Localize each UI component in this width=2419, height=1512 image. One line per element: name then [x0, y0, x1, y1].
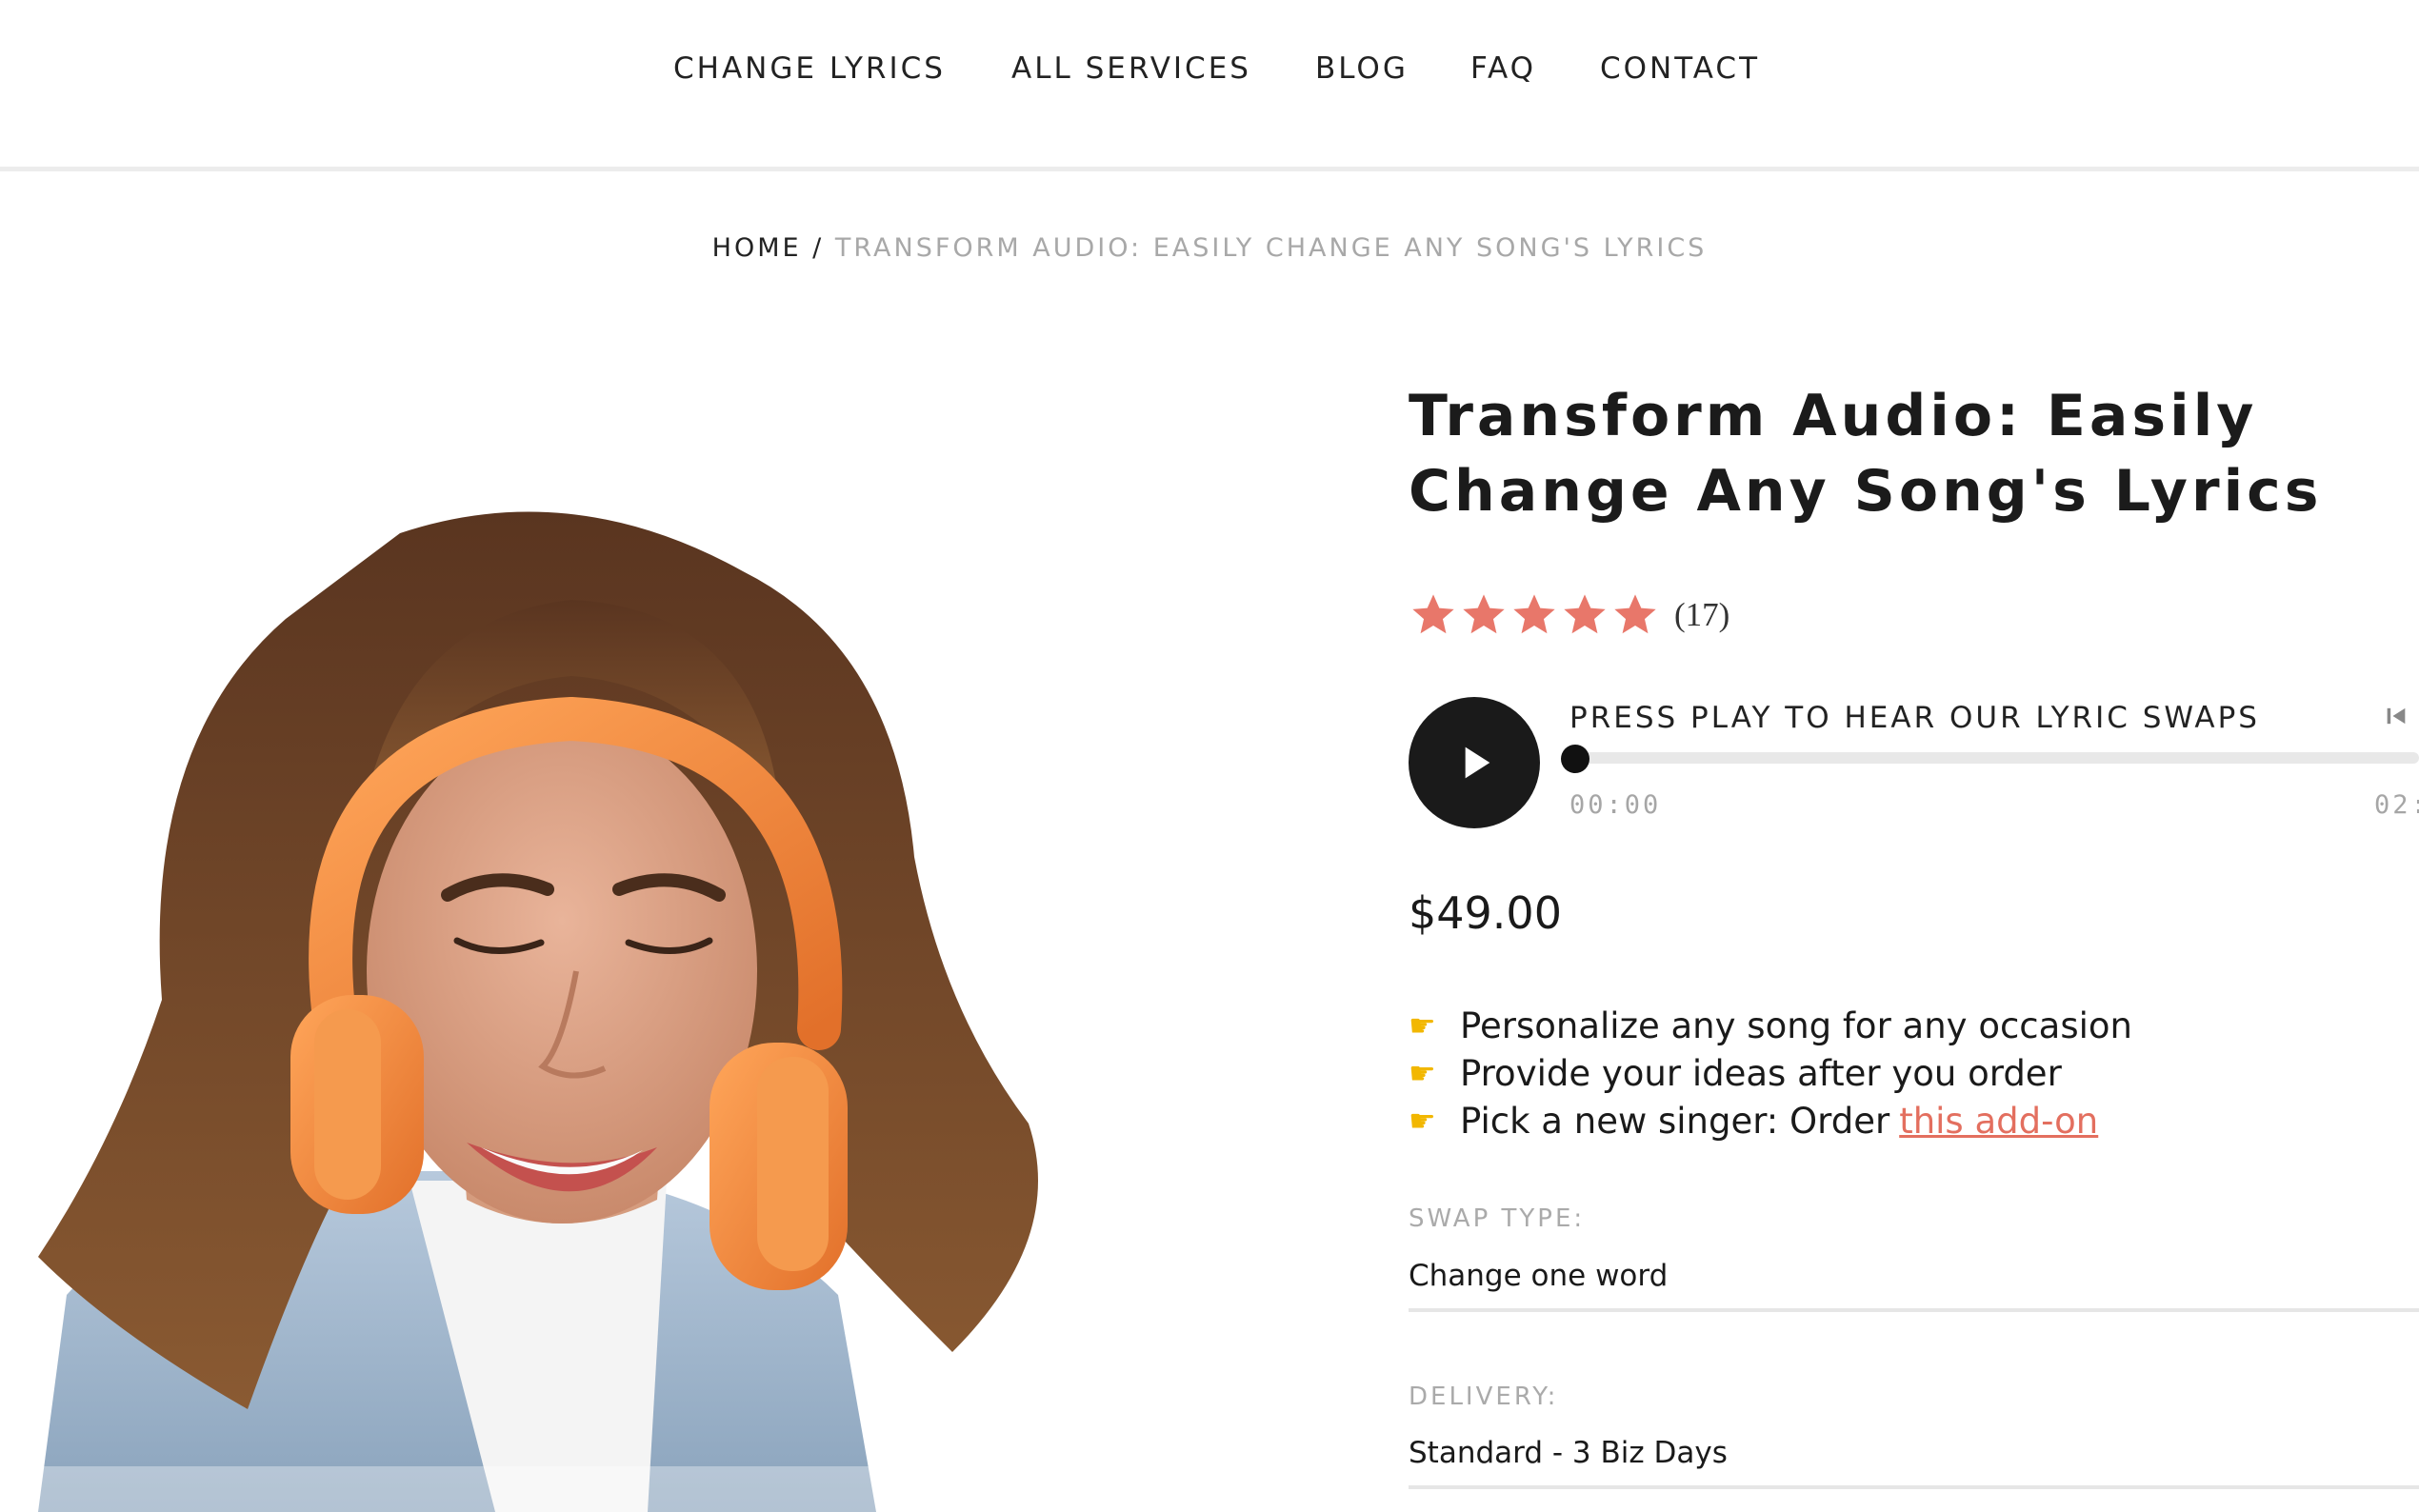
top-navigation: CHANGE LYRICS ALL SERVICES BLOG FAQ CONT… [0, 0, 2419, 171]
breadcrumb-separator: / [812, 233, 825, 263]
pointing-hand-icon: ☛ [1409, 1103, 1436, 1139]
product-rating[interactable]: (17) [1409, 588, 1729, 642]
product-price: $49.00 [1409, 887, 1562, 939]
product-title-line1: Transform Audio: Easily [1409, 383, 2258, 449]
star-icon [1564, 594, 1606, 634]
star-icon [1412, 594, 1454, 634]
swap-type-value: Change one word [1409, 1259, 1669, 1293]
list-item: ☛ Provide your ideas after you order [1409, 1049, 2132, 1097]
current-time: 00:00 [1569, 790, 1662, 820]
pointing-hand-icon: ☛ [1409, 1007, 1436, 1044]
nav-contact[interactable]: CONTACT [1600, 51, 1760, 86]
nav-blog[interactable]: BLOG [1315, 51, 1409, 86]
breadcrumb-home-link[interactable]: HOME [712, 233, 802, 263]
feature-list: ☛ Personalize any song for any occasion … [1409, 1002, 2132, 1144]
list-item: ☛ Pick a new singer: Order this add-on [1409, 1097, 2132, 1144]
breadcrumb: HOME / TRANSFORM AUDIO: EASILY CHANGE AN… [0, 233, 2419, 263]
nav-all-services[interactable]: ALL SERVICES [1011, 51, 1251, 86]
nav-faq[interactable]: FAQ [1470, 51, 1536, 86]
total-time: 02: [2374, 790, 2419, 820]
addon-link[interactable]: this add-on [1899, 1101, 2098, 1142]
delivery-value: Standard - 3 Biz Days [1409, 1436, 1728, 1470]
star-icon [1513, 594, 1555, 634]
star-icon [1463, 594, 1505, 634]
nav-change-lyrics[interactable]: CHANGE LYRICS [673, 51, 946, 86]
star-icon [1614, 594, 1656, 634]
feature-text: Personalize any song for any occasion [1460, 1005, 2132, 1046]
feature-text: Pick a new singer: Order [1460, 1100, 1890, 1142]
review-count[interactable]: (17) [1674, 596, 1729, 634]
woman-with-orange-headphones-photo [0, 511, 1238, 1512]
product-title-line2: Change Any Song's Lyrics [1409, 458, 2323, 525]
product-image [0, 286, 1238, 1512]
play-button[interactable] [1409, 697, 1540, 828]
delivery-label: DELIVERY: [1409, 1383, 1559, 1411]
product-title: Transform Audio: Easily Change Any Song'… [1409, 379, 2399, 529]
play-icon [1465, 746, 1490, 779]
progress-handle[interactable] [1561, 745, 1589, 773]
player-title: PRESS PLAY TO HEAR OUR LYRIC SWAPS [1569, 701, 2260, 735]
swap-type-select[interactable]: Change one word [1409, 1259, 2419, 1312]
delivery-select[interactable]: Standard - 3 Biz Days [1409, 1436, 2419, 1489]
feature-text: Provide your ideas after you order [1460, 1052, 2062, 1094]
list-item: ☛ Personalize any song for any occasion [1409, 1002, 2132, 1049]
progress-bar[interactable] [1571, 752, 2419, 764]
skip-back-icon[interactable] [2383, 703, 2409, 729]
swap-type-label: SWAP TYPE: [1409, 1204, 1586, 1233]
breadcrumb-current: TRANSFORM AUDIO: EASILY CHANGE ANY SONG'… [834, 233, 1708, 263]
pointing-hand-icon: ☛ [1409, 1055, 1436, 1091]
